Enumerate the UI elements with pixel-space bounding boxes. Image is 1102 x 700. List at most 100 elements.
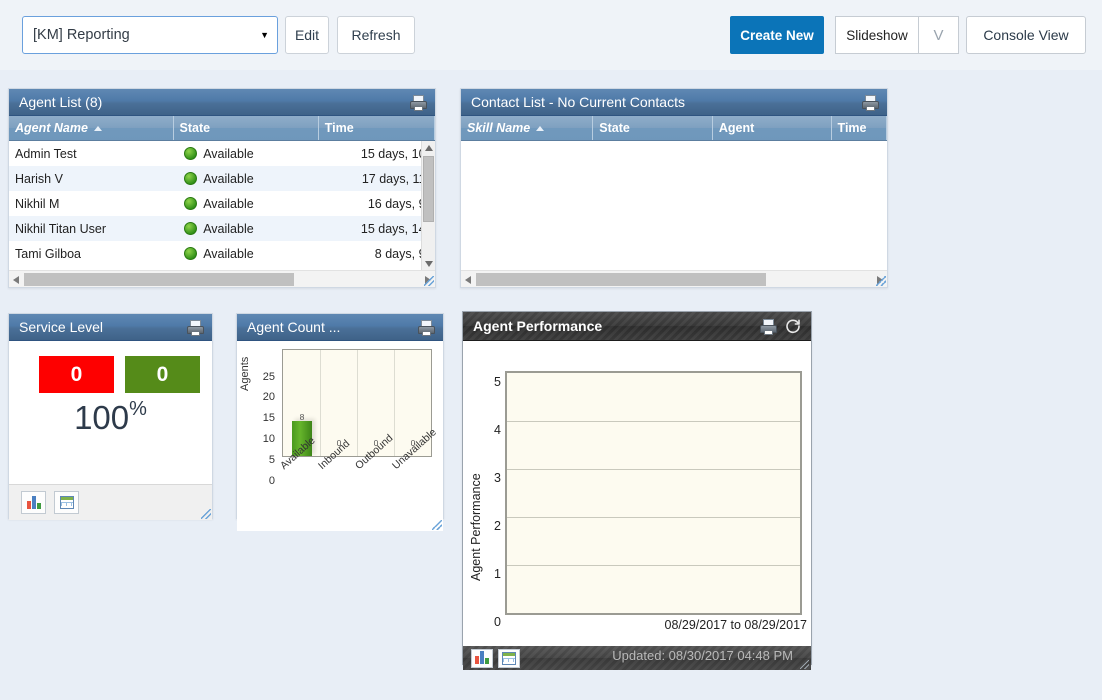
resize-handle[interactable] (424, 276, 434, 286)
cell-time: 17 days, 11: (327, 172, 435, 186)
y-tick-label: 3 (481, 471, 501, 485)
cell-agent-name: Harish V (9, 172, 178, 186)
contact-list-horizontal-scrollbar[interactable] (461, 270, 887, 287)
cell-agent-name: Nikhil M (9, 197, 178, 211)
agent-list-vertical-scrollbar[interactable] (421, 141, 435, 271)
agent-performance-date-range: 08/29/2017 to 08/29/2017 (665, 618, 808, 632)
dashboard-select[interactable]: [KM] Reporting ▼ (22, 16, 278, 54)
cell-agent-name: Nikhil Titan User (9, 222, 178, 236)
scroll-up-icon[interactable] (425, 145, 433, 151)
service-level-body: 0 0 100% (9, 341, 212, 484)
column-header-time[interactable]: Time (832, 116, 887, 140)
contact-list-title: Contact List - No Current Contacts (471, 94, 862, 110)
scroll-thumb[interactable] (24, 273, 294, 286)
bar-chart-icon (475, 653, 489, 664)
printer-icon[interactable] (187, 320, 204, 335)
y-tick-label: 25 (249, 371, 275, 383)
chart-view-button[interactable] (471, 649, 493, 668)
gridline (507, 469, 800, 470)
cell-state: Available (178, 172, 327, 186)
table-row[interactable]: Nikhil M Available 16 days, 9: (9, 191, 435, 216)
slideshow-dropdown-icon[interactable]: V (919, 16, 959, 54)
bar-chart-icon (27, 496, 41, 509)
table-grid-icon (60, 496, 74, 509)
cell-time: 8 days, 9: (327, 247, 435, 261)
table-row[interactable]: Nikhil Titan User Available 15 days, 14: (9, 216, 435, 241)
table-row[interactable]: Harish V Available 17 days, 11: (9, 166, 435, 191)
printer-icon[interactable] (418, 320, 435, 335)
dashboard-select-value: [KM] Reporting (33, 27, 254, 43)
available-status-icon (184, 197, 197, 210)
cell-state: Available (178, 247, 327, 261)
agent-performance-panel: Agent Performance Agent Performance 5 4 … (462, 311, 812, 665)
y-tick-label: 5 (249, 454, 275, 466)
resize-handle[interactable] (876, 276, 886, 286)
column-header-state[interactable]: State (174, 116, 319, 140)
column-header-skill-name-label: Skill Name (467, 121, 530, 135)
sort-ascending-icon (536, 126, 544, 131)
agent-list-panel: Agent List (8) Agent Name State Time Adm… (8, 88, 436, 288)
top-toolbar: [KM] Reporting ▼ Edit Refresh Create New… (0, 0, 1102, 70)
resize-handle[interactable] (432, 520, 442, 530)
column-header-skill-name[interactable]: Skill Name (461, 116, 593, 140)
y-tick-label: 4 (481, 423, 501, 437)
create-new-button[interactable]: Create New (730, 16, 824, 54)
scroll-thumb[interactable] (423, 156, 434, 222)
contact-list-body (461, 141, 887, 271)
edit-button[interactable]: Edit (285, 16, 329, 54)
slideshow-button[interactable]: Slideshow (835, 16, 919, 54)
scroll-left-icon[interactable] (465, 276, 471, 284)
service-level-percent-symbol: % (129, 398, 147, 420)
table-view-button[interactable] (54, 491, 79, 514)
cell-state-label: Available (203, 197, 254, 211)
cell-time: 15 days, 14: (327, 222, 435, 236)
agent-list-column-headers: Agent Name State Time (9, 116, 435, 141)
scroll-thumb[interactable] (476, 273, 766, 286)
cell-state: Available (178, 147, 327, 161)
cell-state: Available (178, 197, 327, 211)
agent-list-horizontal-scrollbar[interactable] (9, 270, 435, 287)
column-header-agent-name[interactable]: Agent Name (9, 116, 174, 140)
table-row[interactable]: Tami Gilboa Available 8 days, 9: (9, 241, 435, 266)
gridline (357, 350, 358, 456)
printer-icon[interactable] (862, 95, 879, 110)
y-tick-label: 1 (481, 567, 501, 581)
refresh-icon[interactable] (785, 318, 801, 334)
service-level-panel: Service Level 0 0 100% (8, 313, 213, 519)
agent-count-header: Agent Count ... (237, 314, 443, 341)
chart-view-button[interactable] (21, 491, 46, 514)
agent-performance-updated-timestamp: Updated: 08/30/2017 04:48 PM (612, 648, 793, 663)
available-status-icon (184, 172, 197, 185)
agent-list-body: Admin Test Available 15 days, 10: Harish… (9, 141, 435, 271)
cell-state-label: Available (203, 147, 254, 161)
chevron-down-icon: ▼ (260, 30, 269, 40)
column-header-agent[interactable]: Agent (713, 116, 832, 140)
refresh-button[interactable]: Refresh (337, 16, 415, 54)
console-view-button[interactable]: Console View (966, 16, 1086, 54)
table-row[interactable]: Admin Test Available 15 days, 10: (9, 141, 435, 166)
printer-icon[interactable] (760, 319, 777, 334)
agent-performance-title: Agent Performance (473, 318, 760, 334)
agent-list-header: Agent List (8) (9, 89, 435, 116)
resize-handle[interactable] (800, 660, 809, 669)
column-header-agent-name-label: Agent Name (15, 121, 88, 135)
gridline (507, 517, 800, 518)
cell-state-label: Available (203, 172, 254, 186)
sort-ascending-icon (94, 126, 102, 131)
printer-icon[interactable] (410, 95, 427, 110)
cell-agent-name: Tami Gilboa (9, 247, 178, 261)
scroll-down-icon[interactable] (425, 261, 433, 267)
service-level-missed-value: 0 (39, 356, 114, 393)
agent-performance-footer: Updated: 08/30/2017 04:48 PM (463, 646, 811, 670)
gridline (320, 350, 321, 456)
agent-performance-chart: Agent Performance 5 4 3 2 1 0 08/29/2017… (463, 341, 811, 646)
cell-agent-name: Admin Test (9, 147, 178, 161)
column-header-time[interactable]: Time (319, 116, 435, 140)
table-grid-icon (502, 652, 516, 665)
column-header-state[interactable]: State (593, 116, 713, 140)
y-tick-label: 15 (249, 412, 275, 424)
table-view-button[interactable] (498, 649, 520, 668)
resize-handle[interactable] (201, 509, 211, 519)
scroll-left-icon[interactable] (13, 276, 19, 284)
available-status-icon (184, 247, 197, 260)
